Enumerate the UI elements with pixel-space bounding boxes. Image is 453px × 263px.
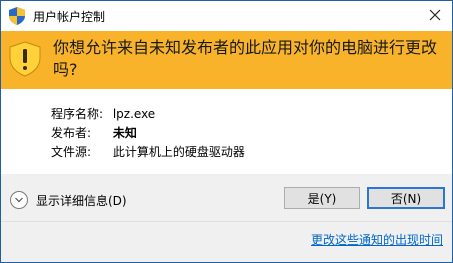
publisher-label: 发布者:: [51, 126, 92, 140]
uac-dialog: 用户帐户控制 你想允许来自未知发布者的此应用对你的电脑进行更改吗? 程序名称: …: [0, 0, 453, 263]
warning-shield-icon: [9, 41, 41, 77]
warning-header: 你想允许来自未知发布者的此应用对你的电脑进行更改吗?: [1, 31, 452, 89]
uac-shield-icon: [9, 7, 25, 25]
show-details-toggle[interactable]: 显示详细信息(D): [10, 190, 127, 210]
show-details-label: 显示详细信息(D): [36, 193, 127, 208]
title-bar: 用户帐户控制: [1, 1, 452, 31]
change-notification-settings-link[interactable]: 更改这些通知的出现时间: [311, 231, 443, 248]
program-info: 程序名称: lpz.exe 发布者: 未知 文件源: 此计算机上的硬盘驱动器: [1, 89, 452, 174]
close-icon: [429, 9, 441, 24]
no-button[interactable]: 否(N): [367, 187, 445, 209]
footer-area: 显示详细信息(D) 是(Y) 否(N) 更改这些通知的出现时间: [1, 174, 452, 262]
chevron-down-icon: [10, 191, 28, 209]
yes-button[interactable]: 是(Y): [284, 187, 360, 209]
divider: [1, 221, 452, 222]
consent-question: 你想允许来自未知发布者的此应用对你的电脑进行更改吗?: [53, 38, 438, 79]
program-name-value: lpz.exe: [112, 107, 156, 121]
window-title: 用户帐户控制: [33, 10, 106, 24]
file-source-value: 此计算机上的硬盘驱动器: [112, 145, 245, 159]
publisher-value: 未知: [112, 126, 137, 140]
publisher-row: 发布者: 未知: [51, 124, 137, 142]
program-name-row: 程序名称: lpz.exe: [51, 105, 155, 123]
file-source-label: 文件源:: [51, 145, 92, 159]
file-source-row: 文件源: 此计算机上的硬盘驱动器: [51, 143, 245, 161]
program-name-label: 程序名称:: [51, 107, 104, 121]
close-button[interactable]: [418, 1, 452, 31]
